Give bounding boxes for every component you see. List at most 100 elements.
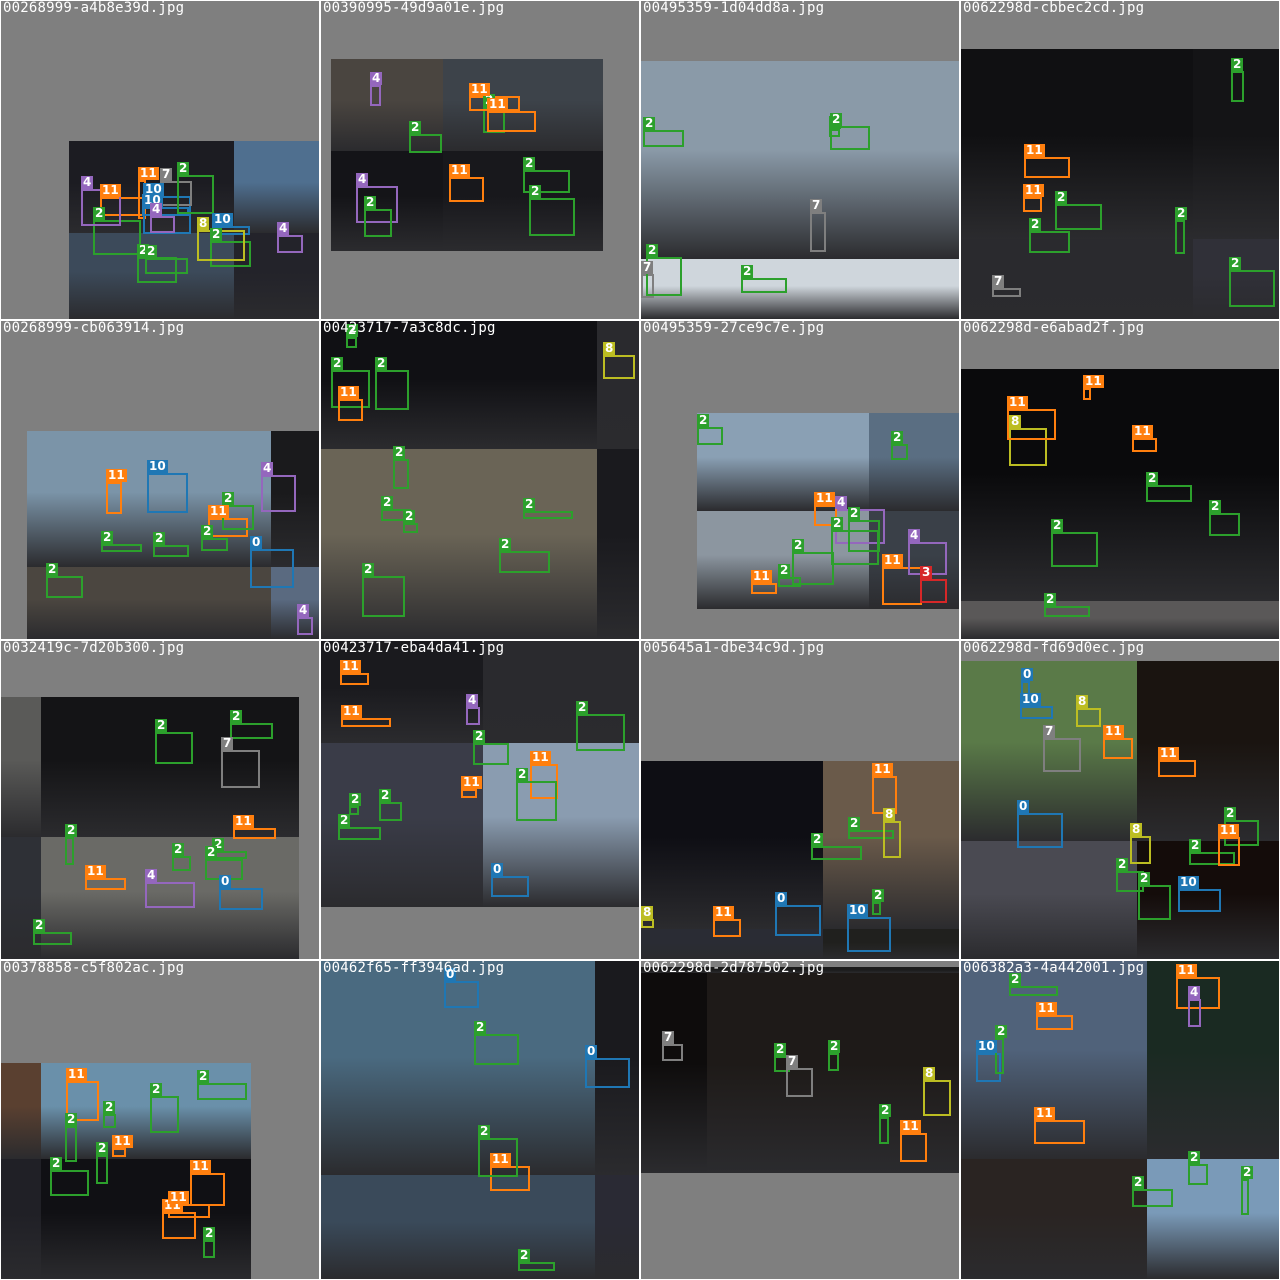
class-label: 2 xyxy=(478,1124,491,1138)
mosaic-tile: 2 11 4 2 2 2 2 2 11 0 7 2 0032419c-7d20b300.jpg xyxy=(1,641,319,959)
road-scene-image xyxy=(1,1159,41,1279)
class-label: 2 xyxy=(362,562,375,576)
bounding-box xyxy=(516,781,557,821)
road-scene-image xyxy=(234,141,319,233)
bounding-box xyxy=(1034,1120,1085,1144)
class-label: 2 xyxy=(1229,256,1242,270)
bounding-box xyxy=(364,209,392,237)
bounding-box xyxy=(150,1096,179,1133)
class-label: 7 xyxy=(992,274,1005,288)
mosaic-tile: 11 2 2 2 11 2 11 2 2 2 11 11 00378858-c5f802ac.jpg xyxy=(1,961,319,1279)
bounding-box xyxy=(529,198,575,236)
bounding-box xyxy=(341,718,391,727)
road-scene-image xyxy=(641,973,707,1173)
mosaic-tile: 222272700495359-1d04dd8a.jpg xyxy=(641,1,959,319)
bounding-box xyxy=(662,1044,683,1061)
bounding-box xyxy=(585,1058,630,1088)
class-label: 4 xyxy=(370,71,383,85)
class-label: 4 xyxy=(297,603,310,617)
class-label: 2 xyxy=(576,700,589,714)
class-label: 2 xyxy=(50,1156,63,1170)
class-label: 4 xyxy=(261,461,274,475)
class-label: 11 xyxy=(112,1134,133,1148)
mosaic-tile: 2 2 2 7 7 11 8 0062298d-2d787502.jpg xyxy=(641,961,959,1279)
bounding-box xyxy=(1132,1189,1173,1207)
class-label: 2 xyxy=(1209,499,1222,513)
class-label: 11 xyxy=(530,750,551,764)
bounding-box xyxy=(1132,438,1157,452)
class-label: 10 xyxy=(1020,692,1041,706)
class-label: 7 xyxy=(641,260,654,274)
class-label: 2 xyxy=(222,491,235,505)
class-label: 2 xyxy=(643,116,656,130)
road-scene-image xyxy=(869,413,959,511)
bounding-box xyxy=(106,482,122,514)
image-filename: 00268999-a4b8e39d.jpg xyxy=(3,1,185,16)
bounding-box xyxy=(491,876,529,897)
class-label: 2 xyxy=(523,497,536,511)
class-label: 2 xyxy=(828,1039,841,1053)
image-filename: 00423717-7a3c8dc.jpg xyxy=(323,321,496,336)
bounding-box xyxy=(393,459,409,489)
image-filename: 00462f65-ff3946ad.jpg xyxy=(323,961,505,976)
class-label: 11 xyxy=(1103,724,1124,738)
road-scene-image xyxy=(1,1063,41,1159)
class-label: 7 xyxy=(1043,724,1056,738)
class-label: 11 xyxy=(233,814,254,828)
bounding-box xyxy=(103,1114,116,1128)
class-label: 2 xyxy=(474,1020,487,1034)
bounding-box xyxy=(466,707,480,725)
road-scene-image xyxy=(641,761,823,929)
image-filename: 0032419c-7d20b300.jpg xyxy=(3,641,185,656)
bounding-box xyxy=(338,399,363,421)
class-label: 2 xyxy=(830,112,843,126)
class-label: 2 xyxy=(205,845,218,859)
class-label: 11 xyxy=(1023,183,1044,197)
bounding-box xyxy=(1146,485,1192,502)
bounding-box xyxy=(1158,760,1196,777)
class-label: 2 xyxy=(872,888,885,902)
bounding-box xyxy=(112,1148,126,1157)
bounding-box xyxy=(461,789,477,798)
class-label: 2 xyxy=(831,516,844,530)
bounding-box xyxy=(172,856,191,871)
class-label: 2 xyxy=(995,1024,1008,1038)
class-label: 2 xyxy=(393,445,406,459)
bounding-box xyxy=(201,538,228,551)
road-scene-image xyxy=(961,841,1137,959)
class-label: 0 xyxy=(585,1044,598,1058)
class-label: 2 xyxy=(1231,57,1244,71)
bounding-box xyxy=(370,85,381,106)
road-scene-image xyxy=(321,641,483,743)
bounding-box xyxy=(1229,270,1275,307)
road-scene-image xyxy=(1147,1159,1279,1279)
class-label: 2 xyxy=(201,524,214,538)
class-label: 10 xyxy=(1178,875,1199,889)
image-filename: 006382a3-4a442001.jpg xyxy=(963,961,1145,976)
class-label: 7 xyxy=(160,167,173,181)
bounding-box xyxy=(379,802,402,821)
class-label: 2 xyxy=(150,1082,163,1096)
class-label: 11 xyxy=(341,704,362,718)
bounding-box xyxy=(1083,388,1091,400)
bounding-box xyxy=(1023,197,1042,212)
image-filename: 00390995-49d9a01e.jpg xyxy=(323,1,505,16)
bounding-box xyxy=(375,370,409,410)
class-label: 11 xyxy=(106,468,127,482)
class-label: 3 xyxy=(920,565,933,579)
class-label: 2 xyxy=(792,538,805,552)
class-label: 8 xyxy=(197,216,210,230)
class-label: 11 xyxy=(66,1067,87,1081)
class-label: 2 xyxy=(1132,1175,1145,1189)
bounding-box xyxy=(1231,71,1244,102)
class-label: 2 xyxy=(364,195,377,209)
class-label: 4 xyxy=(150,202,163,216)
bounding-box xyxy=(340,673,369,685)
bounding-box xyxy=(1020,706,1053,719)
class-label: 8 xyxy=(1130,822,1143,836)
class-label: 2 xyxy=(1189,838,1202,852)
class-label: 8 xyxy=(1009,414,1022,428)
class-label: 2 xyxy=(891,430,904,444)
class-label: 2 xyxy=(778,563,791,577)
bounding-box xyxy=(499,551,550,573)
